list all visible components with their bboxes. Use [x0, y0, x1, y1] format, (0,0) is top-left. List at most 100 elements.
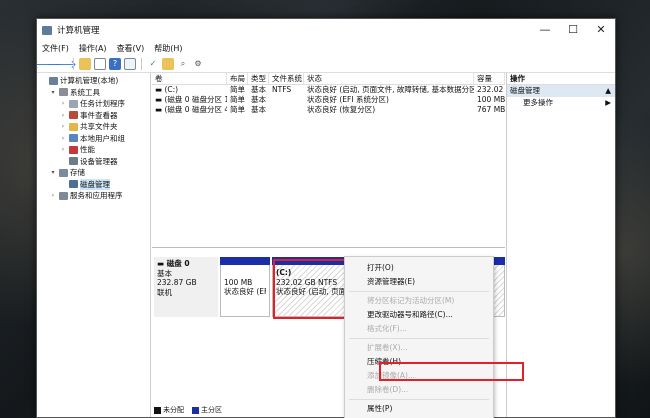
computer-management-window: 计算机管理 — ☐ ✕ 文件(F) 操作(A) 查看(V) 帮助(H) 🡐 🡒 … [36, 18, 616, 418]
shared-folder-icon [69, 122, 78, 131]
tree-item[interactable]: › 任务计划程序 [37, 98, 150, 110]
context-menu-item[interactable]: 属性(P) [345, 402, 493, 416]
partition-body: 100 MB 状态良好 (EFI [220, 265, 270, 317]
column-layout[interactable]: 布局 [227, 73, 248, 84]
expand-chevron-icon[interactable]: › [59, 100, 67, 107]
event-viewer-icon [69, 111, 78, 120]
disk-icon: ▬ [157, 259, 167, 268]
tree-item[interactable]: › 事件查看器 [37, 110, 150, 122]
tree-item-label: 本地用户和组 [80, 133, 125, 143]
table-cell: 232.02 [477, 85, 504, 94]
table-row[interactable]: ▬ (磁盘 0 磁盘分区 1) 简单 基本 状态良好 (EFI 系统分区) 100 MB [152, 95, 505, 105]
disk-0-label[interactable]: ▬ 磁盘 0 基本 232.87 GB 联机 [154, 257, 218, 317]
main-area: 计算机管理(本地) ▾ 系统工具 › 任务计划程序 › 事件查看器 › 共享文件夹 › 本地用户和组… [37, 73, 615, 417]
clock-icon [69, 99, 78, 108]
table-cell: 状态良好 (恢复分区) [307, 105, 376, 114]
maximize-button[interactable]: ☐ [559, 19, 587, 41]
context-menu-item[interactable]: 打开(O) [345, 261, 493, 275]
disk-management-icon [69, 180, 78, 189]
column-status[interactable]: 状态 [304, 73, 474, 84]
storage-icon [59, 168, 68, 177]
help-icon[interactable]: ? [109, 57, 121, 70]
partition-efi[interactable]: 100 MB 状态良好 (EFI [220, 257, 270, 317]
tree-item[interactable]: › 本地用户和组 [37, 133, 150, 145]
volume-name: (磁盘 0 磁盘分区 4) [164, 105, 227, 114]
context-menu-item: 格式化(F)... [367, 324, 407, 333]
expand-chevron-icon[interactable]: ▾ [49, 89, 57, 96]
volume-name: (C:) [164, 85, 179, 94]
expand-chevron-icon[interactable]: › [49, 192, 57, 199]
legend-swatch [154, 406, 161, 414]
computer-management-icon [42, 25, 52, 35]
title-bar: 计算机管理 — ☐ ✕ [37, 19, 615, 41]
volume-table-header: 卷 布局 类型 文件系统 状态 容量 [152, 73, 505, 85]
menu-help[interactable]: 帮助(H) [154, 43, 182, 54]
volume-table: 卷 布局 类型 文件系统 状态 容量 ▬ (C:) 简单 基本 NTFS 状态良好 (启… [152, 73, 505, 248]
context-menu-item[interactable]: 资源管理器(E) [345, 275, 493, 289]
legend-primary: 主分区 [192, 405, 222, 415]
computer-icon [49, 76, 58, 85]
context-menu-item: 添加镜像(A)... [367, 371, 416, 380]
performance-icon [69, 145, 78, 154]
partition-bar [220, 257, 270, 265]
disk-size: 232.87 GB [157, 278, 197, 287]
legend: 未分配 主分区 [154, 405, 222, 415]
volume-cell: ▬ (磁盘 0 磁盘分区 1) [152, 95, 227, 105]
disk-status: 联机 [157, 287, 172, 297]
table-cell: NTFS [272, 85, 292, 94]
actions-section-disk-management[interactable]: 磁盘管理 ▲ [507, 85, 615, 97]
more-actions[interactable]: 更多操作 ▶ [507, 97, 615, 109]
tree-item[interactable]: ▾ 存储 [37, 167, 150, 179]
menu-file[interactable]: 文件(F) [42, 43, 69, 54]
context-menu-item: 将分区标记为活动分区(M) [367, 296, 455, 305]
folder-icon[interactable] [162, 57, 174, 70]
console-tree: 计算机管理(本地) ▾ 系统工具 › 任务计划程序 › 事件查看器 › 共享文件夹 › 本地用户和组… [37, 73, 151, 417]
up-folder-icon[interactable] [79, 57, 91, 70]
column-type[interactable]: 类型 [248, 73, 269, 84]
close-button[interactable]: ✕ [587, 19, 615, 41]
table-row[interactable]: ▬ (磁盘 0 磁盘分区 4) 简单 基本 状态良好 (恢复分区) 767 MB [152, 105, 505, 115]
toolbar-separator [141, 57, 142, 70]
expand-chevron-icon[interactable]: › [59, 123, 67, 130]
menu-view[interactable]: 查看(V) [117, 43, 145, 54]
tools-icon [59, 88, 68, 97]
tree-item-label: 磁盘管理 [80, 178, 110, 190]
settings-icon[interactable]: ⚙ [192, 58, 204, 70]
search-icon[interactable]: ⌕ [177, 58, 189, 70]
tree-item[interactable]: 计算机管理(本地) [37, 75, 150, 87]
context-menu-item[interactable]: 压缩卷(H)... [345, 355, 493, 369]
tree-item[interactable]: › 共享文件夹 [37, 121, 150, 133]
context-menu-item[interactable]: 更改驱动器号和路径(C)... [345, 308, 493, 322]
expand-chevron-icon[interactable]: › [59, 112, 67, 119]
tree-item[interactable]: › 服务和应用程序 [37, 190, 150, 202]
expand-chevron-icon[interactable]: ▾ [49, 169, 57, 176]
tree-item[interactable]: 磁盘管理 [37, 178, 150, 191]
table-cell [269, 95, 304, 105]
column-capacity[interactable]: 容量 [474, 73, 505, 84]
menu-action[interactable]: 操作(A) [79, 43, 107, 54]
tree-item[interactable]: 设备管理器 [37, 156, 150, 168]
actions-header: 操作 [507, 73, 615, 85]
forward-arrow-icon[interactable]: 🡒 [47, 58, 77, 71]
tree-item-label: 计算机管理(本地) [60, 76, 119, 86]
volume-name: (磁盘 0 磁盘分区 1) [164, 95, 227, 104]
properties-icon[interactable] [124, 57, 136, 70]
expand-chevron-icon[interactable]: › [59, 135, 67, 142]
disk-name: 磁盘 0 [166, 259, 190, 268]
expand-chevron-icon[interactable]: › [59, 146, 67, 153]
minimize-button[interactable]: — [531, 19, 559, 41]
device-manager-icon [69, 157, 78, 166]
menu-separator [349, 291, 489, 292]
column-volume[interactable]: 卷 [152, 73, 227, 84]
column-filesystem[interactable]: 文件系统 [269, 73, 304, 84]
check-icon[interactable]: ✓ [147, 58, 159, 70]
tree-item[interactable]: › 性能 [37, 144, 150, 156]
table-row[interactable]: ▬ (C:) 简单 基本 NTFS 状态良好 (启动, 页面文件, 故障转储, 基本数据… [152, 85, 505, 95]
volume-cell: ▬ (C:) [152, 85, 227, 95]
menu-separator [349, 399, 489, 400]
tree-item-label: 事件查看器 [80, 110, 118, 120]
legend-unallocated: 未分配 [154, 405, 184, 415]
tree-item-label: 设备管理器 [80, 156, 118, 166]
console-tree-icon[interactable] [94, 57, 106, 70]
tree-item[interactable]: ▾ 系统工具 [37, 87, 150, 99]
